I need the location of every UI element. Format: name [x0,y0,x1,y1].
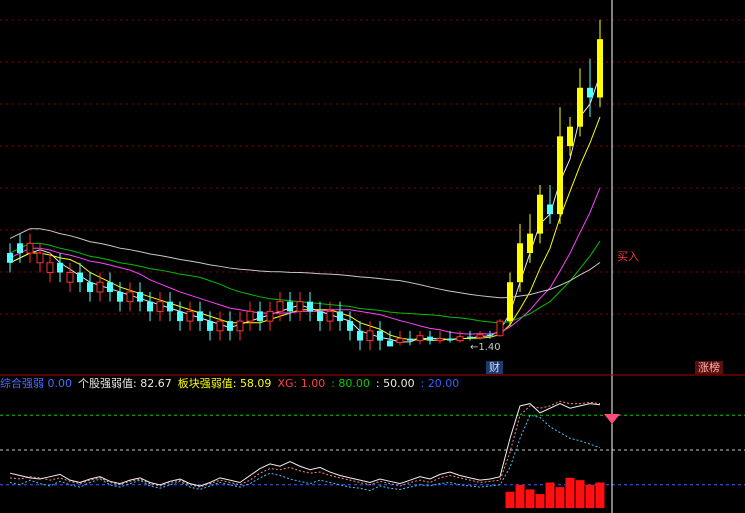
candle-body-39 [396,338,404,344]
candle-body-17 [177,311,183,322]
indicator-bar-50 [505,491,515,508]
candle-body-22 [227,321,233,331]
candle-body-53 [537,194,543,234]
candle-body-41 [416,335,424,342]
event-badge-finance[interactable]: 财 [486,361,503,374]
candle-body-16 [167,301,173,312]
low-annotation: ←1.40 [470,342,501,353]
indicator-label-4: XG: 1.00 [277,376,326,390]
candle-body-56 [567,126,573,147]
candle-body-26 [266,310,274,322]
indicator-bar-59 [595,482,605,508]
main-grid [0,19,745,315]
candle-body-7 [77,272,83,283]
candle-body-52 [527,233,533,254]
indicator-label-3: 板块强弱值: 58.09 [177,377,272,390]
candle-body-27 [276,301,284,312]
candle-body-12 [126,291,134,303]
candle-body-2 [26,242,34,254]
candle-body-24 [246,310,254,322]
indicator-bars [505,477,605,508]
candle-body-55 [557,136,563,215]
indicator-white-line [9,403,601,487]
candle-body-45 [456,336,464,342]
indicator-bar-57 [575,480,585,508]
candle-body-9 [96,281,104,293]
indicator-bar: 综合强弱 0.00 个股强弱值: 82.67 板块强弱值: 58.09 XG: … [0,375,459,391]
candle-body-32 [326,310,334,322]
candle-body-35 [357,330,363,341]
candle-body-42 [427,336,433,341]
indicator-bar-54 [545,482,555,508]
candle-body-5 [57,262,63,273]
candle-body-40 [407,338,413,341]
candle-body-19 [197,311,203,322]
indicator-bar-55 [555,487,565,508]
candle-body-49 [496,320,504,337]
indicator-level-20: : 20.00 [420,376,460,390]
indicator-level-50: : 50.00 [375,376,415,390]
candle-body-0 [7,253,13,263]
event-badge-top-list[interactable]: 涨榜 [695,361,723,374]
candle-body-58 [587,87,593,98]
stock-chart: ←1.40 买入 [0,0,745,513]
indicator-lines [9,400,601,492]
candle-body-3 [36,252,44,264]
indicator-bar-52 [525,489,535,508]
candle-body-38 [387,340,393,347]
candle-body-29 [296,301,304,312]
candle-body-47 [476,334,484,339]
indicator-bar-51 [515,484,525,508]
candle-body-59 [597,39,603,98]
candle-body-4 [46,262,54,273]
signal-marker-icon [604,414,620,424]
candle-body-11 [117,291,123,302]
candle-body-48 [487,334,493,336]
candle-body-46 [467,336,473,338]
candle-body-33 [337,311,343,322]
indicator-bar-58 [585,484,595,508]
indicator-label-2: 个股强弱值: 82.67 [78,377,172,390]
indicator-bar-53 [535,494,545,508]
candle-body-14 [147,301,153,312]
candle-body-34 [347,321,353,331]
candle-body-21 [216,320,224,332]
candle-body-20 [207,321,213,331]
indicator-pink-line [9,400,601,488]
candle-body-23 [236,320,244,332]
indicator-cyan-line [9,414,601,492]
candle-body-43 [436,338,444,342]
candle-body-30 [307,301,313,312]
buy-signal-label: 买入 [617,250,639,263]
candle-body-18 [186,310,194,322]
indicator-label-1: 综合强弱 0.00 [0,377,72,390]
candle-body-8 [87,282,93,292]
candle-body-44 [447,338,453,341]
candle-body-51 [517,243,523,283]
candle-body-54 [547,204,553,215]
candle-body-25 [257,311,263,322]
candle-body-13 [137,291,143,302]
candle-body-1 [17,243,23,254]
indicator-grid [0,414,745,486]
candle-body-15 [156,301,164,312]
candle-body-50 [507,282,513,322]
indicator-level-80: : 80.00 [331,376,370,390]
candle-body-28 [287,301,293,312]
indicator-bar-56 [565,477,575,508]
candle-body-57 [577,87,583,127]
candle-body-10 [107,282,113,292]
candle-body-31 [317,311,323,322]
candle-body-37 [377,330,383,341]
candle-body-36 [366,330,374,342]
candle-body-6 [66,272,74,283]
